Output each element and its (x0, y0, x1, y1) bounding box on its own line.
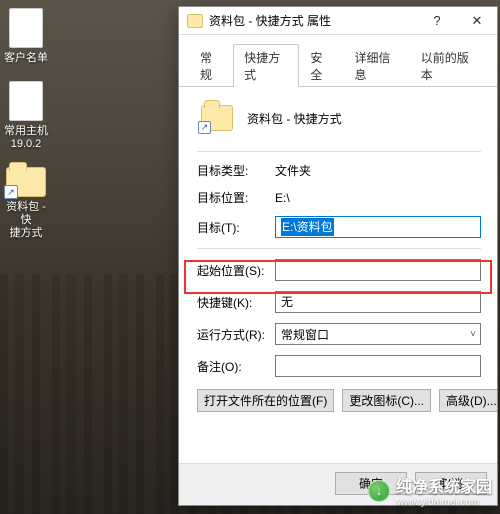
target-label: 目标(T): (197, 219, 275, 236)
change-icon-button[interactable]: 更改图标(C)... (342, 389, 431, 412)
target-input-value: E:\资料包 (281, 218, 334, 236)
run-combo-value: 常规窗口 (281, 326, 329, 343)
file-icon (9, 8, 43, 48)
watermark-url: www.yidaimei.com (397, 497, 492, 508)
titlebar[interactable]: 资料包 - 快捷方式 属性 ? ✕ (179, 7, 497, 35)
desktop-icons: 客户名单 常用主机 19.0.2 ↗ 资料包 - 快 捷方式 (4, 0, 54, 256)
start-in-input[interactable] (275, 259, 481, 281)
desktop-icon-label: 资料包 - 快 捷方式 (4, 201, 48, 240)
chevron-down-icon: ˅ (470, 329, 476, 340)
shortcut-arrow-icon: ↗ (4, 185, 18, 199)
tab-general[interactable]: 常规 (189, 44, 233, 87)
tab-previous-versions[interactable]: 以前的版本 (410, 44, 487, 87)
start-in-label: 起始位置(S): (197, 262, 275, 279)
desktop-icon-label: 客户名单 (4, 52, 48, 65)
window-title: 资料包 - 快捷方式 属性 (209, 12, 417, 29)
target-input[interactable]: E:\资料包 (275, 216, 481, 238)
tab-security[interactable]: 安全 (299, 44, 343, 87)
target-type-value: 文件夹 (275, 162, 481, 179)
hotkey-input[interactable]: 无 (275, 291, 481, 313)
watermark-brand: 纯净系统家园 (396, 473, 492, 497)
tab-strip: 常规 快捷方式 安全 详细信息 以前的版本 (179, 35, 497, 87)
target-location-label: 目标位置: (197, 189, 275, 206)
download-icon: ↓ (368, 480, 390, 502)
item-name: 资料包 - 快捷方式 (247, 110, 342, 127)
separator (197, 248, 481, 249)
separator (197, 151, 481, 152)
watermark: ↓ 纯净系统家园 www.yidaimei.com (368, 473, 492, 508)
tab-shortcut[interactable]: 快捷方式 (233, 44, 299, 87)
tab-details[interactable]: 详细信息 (343, 44, 409, 87)
open-file-location-button[interactable]: 打开文件所在的位置(F) (197, 389, 334, 412)
file-icon (9, 81, 43, 121)
item-folder-icon: ↗ (201, 105, 233, 131)
comment-label: 备注(O): (197, 358, 275, 375)
titlebar-folder-icon (187, 14, 203, 28)
advanced-button[interactable]: 高级(D)... (439, 389, 497, 412)
comment-input[interactable] (275, 355, 481, 377)
hotkey-value: 无 (281, 295, 293, 309)
hotkey-label: 快捷键(K): (197, 294, 275, 311)
run-combo[interactable]: 常规窗口 ˅ (275, 323, 481, 345)
properties-dialog: 资料包 - 快捷方式 属性 ? ✕ 常规 快捷方式 安全 详细信息 以前的版本 … (178, 6, 498, 506)
run-label: 运行方式(R): (197, 326, 275, 343)
close-button[interactable]: ✕ (457, 7, 497, 35)
help-button[interactable]: ? (417, 7, 457, 35)
desktop-icon[interactable]: 客户名单 (4, 8, 48, 65)
target-type-label: 目标类型: (197, 162, 275, 179)
desktop-icon[interactable]: ↗ 资料包 - 快 捷方式 (4, 167, 48, 240)
folder-shortcut-icon: ↗ (6, 167, 46, 197)
target-location-value: E:\ (275, 191, 481, 205)
tab-content: ↗ 资料包 - 快捷方式 目标类型: 文件夹 目标位置: E:\ 目标(T): … (179, 87, 497, 463)
desktop-icon[interactable]: 常用主机 19.0.2 (4, 81, 48, 151)
desktop-icon-label: 常用主机 19.0.2 (4, 125, 48, 151)
shortcut-arrow-icon: ↗ (198, 121, 211, 134)
